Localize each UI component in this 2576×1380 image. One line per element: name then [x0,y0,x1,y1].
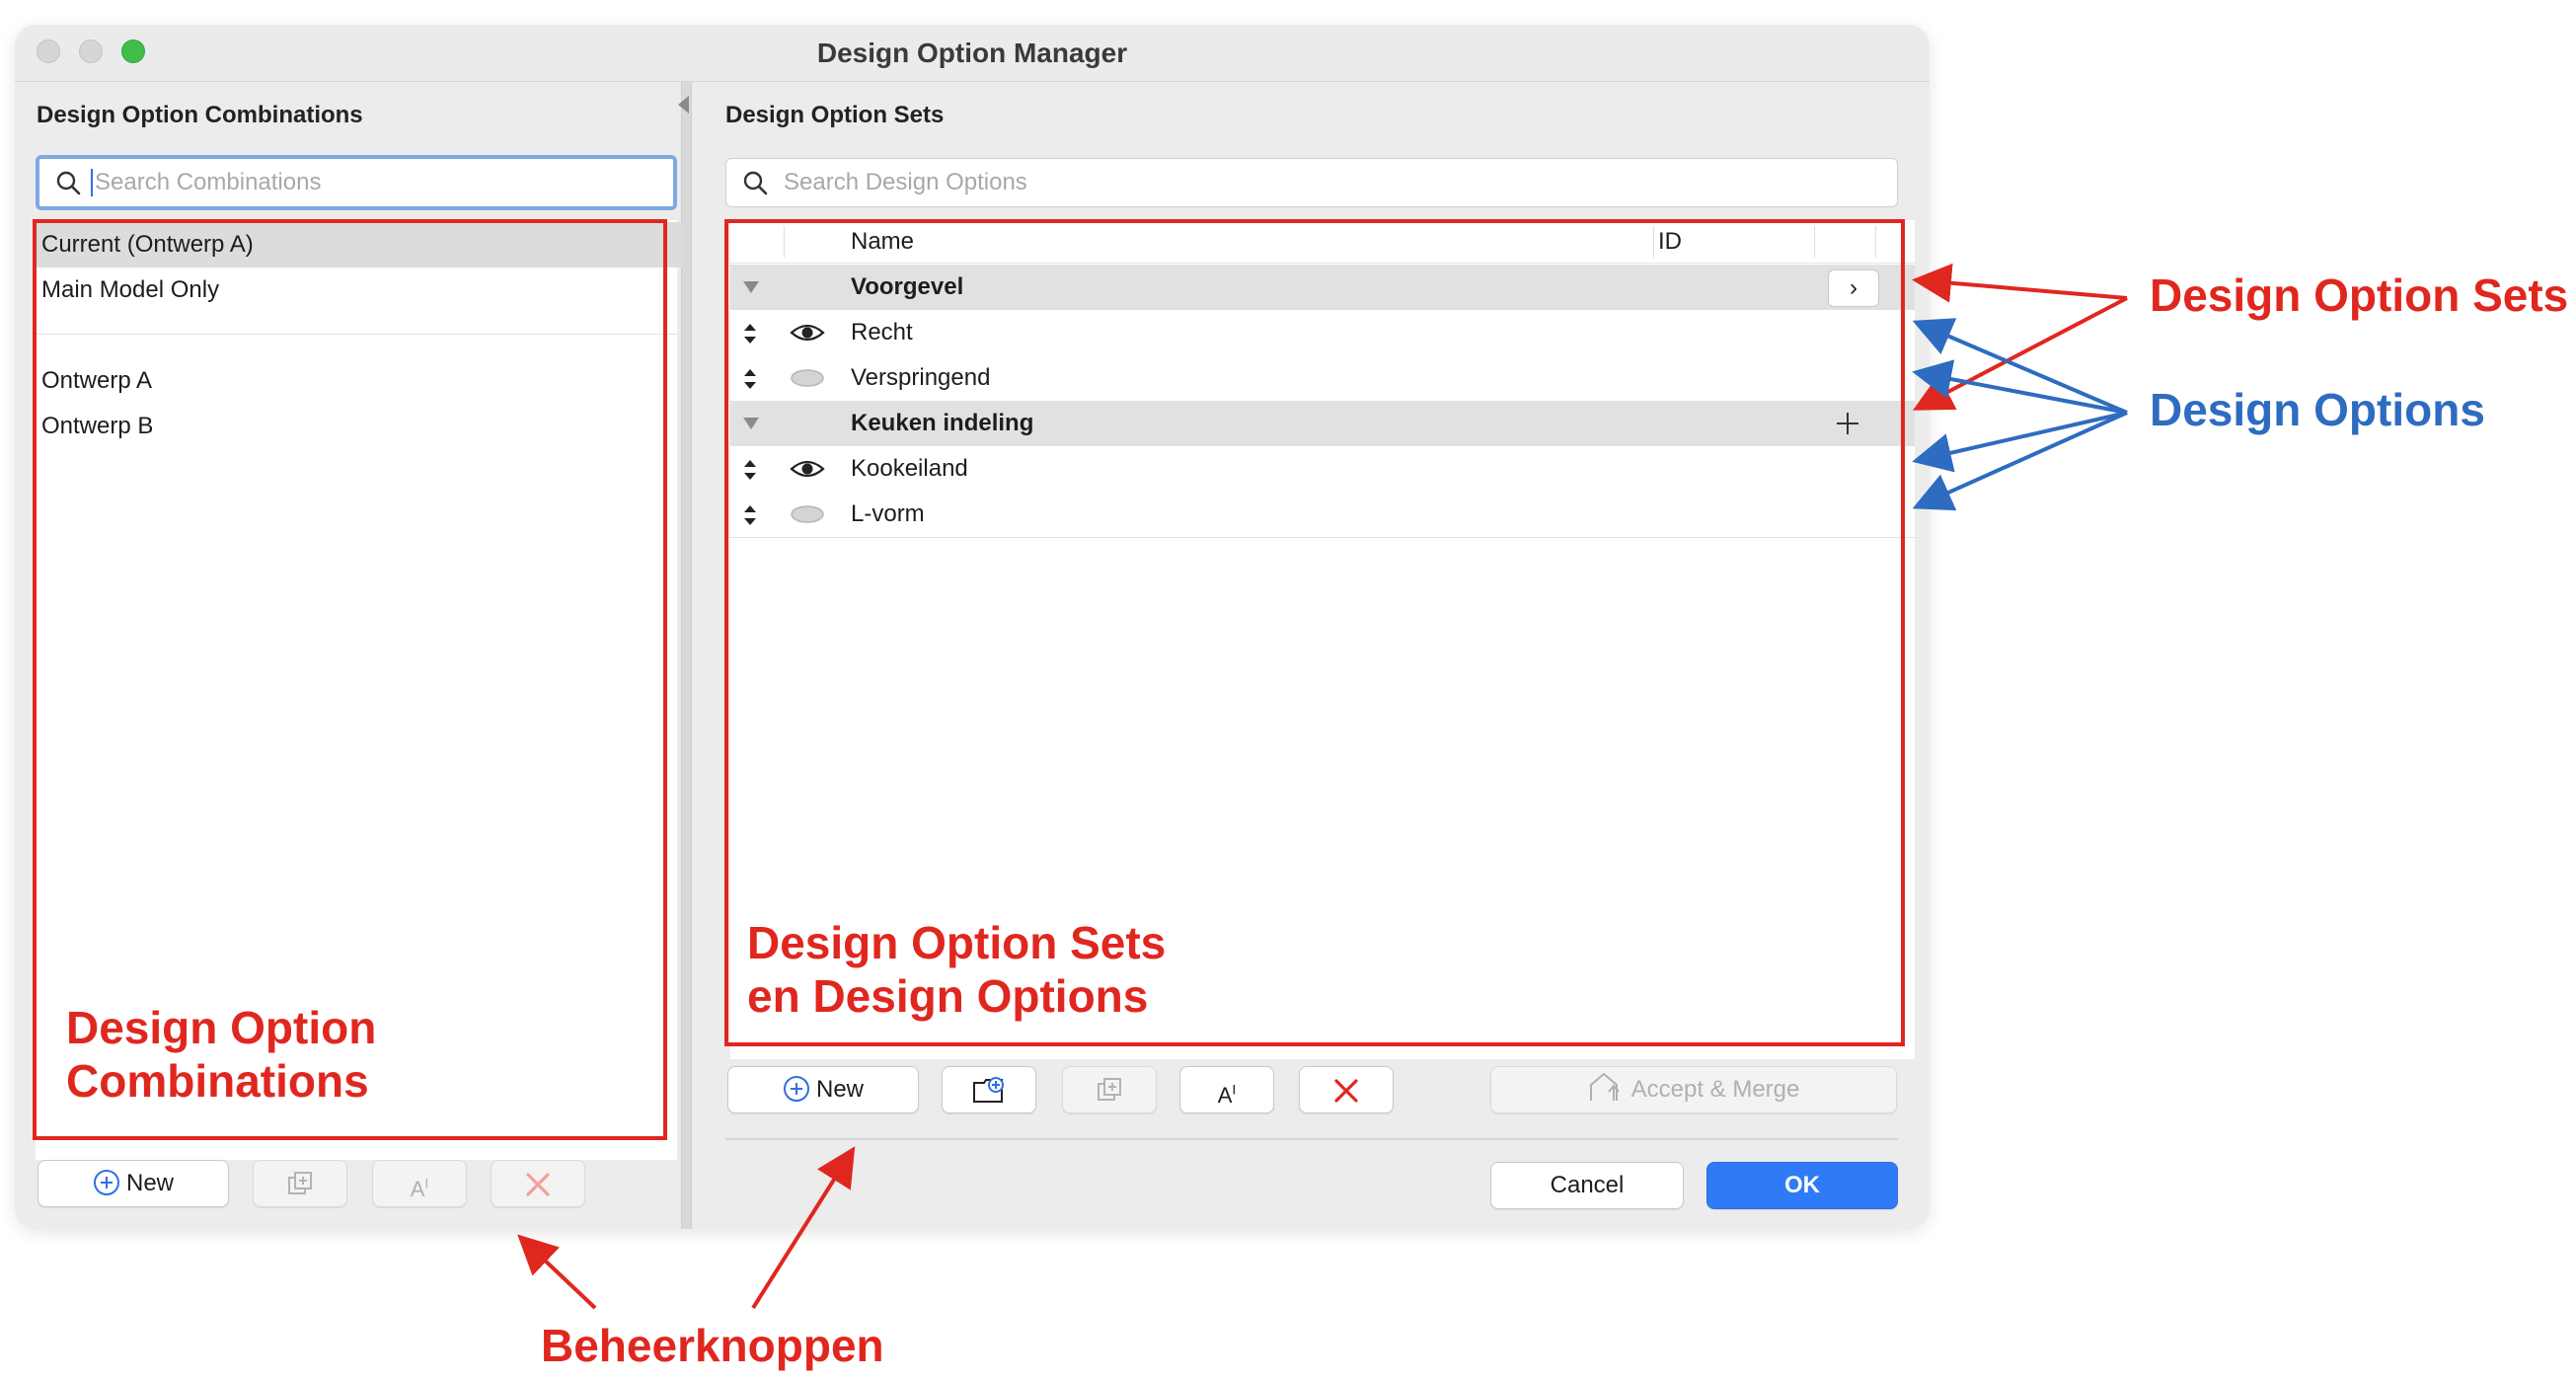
arrow-to-keuken-indeling [1912,296,2128,411]
arrow-to-l-vorm [1912,411,2128,511]
arrow-to-recht [1912,318,2128,415]
arrow-to-voorgevel [1912,263,2128,303]
arrow-to-right-buttons [751,1146,856,1310]
arrow-to-kookeiland [1912,411,2128,473]
arrow-to-left-buttons [517,1234,597,1310]
arrow-to-verspringend [1912,359,2128,415]
annotation-arrows [517,263,2128,1310]
